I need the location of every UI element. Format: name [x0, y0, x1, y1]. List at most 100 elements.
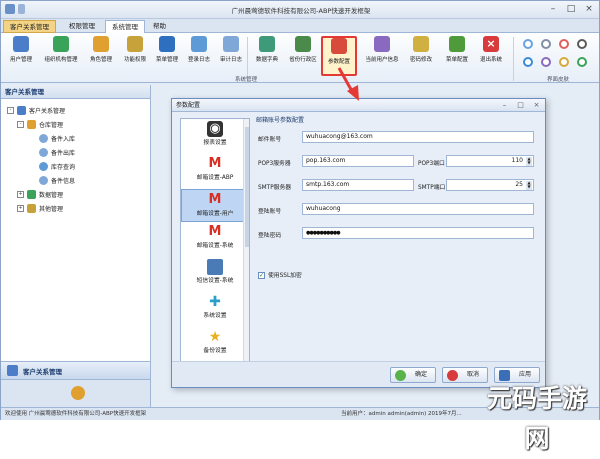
menu-management-button[interactable]: 菜单管理	[149, 36, 185, 76]
ssl-checkbox[interactable]: ✓ 使用SSL加密	[258, 270, 302, 279]
folder-icon	[17, 105, 26, 115]
tree-node-stock-out[interactable]: 备件出库	[1, 145, 150, 159]
smtp-row: SMTP服务器 smtp.163.com SMTP端口 25 ▲ ▼	[256, 179, 541, 193]
stepper-arrows-icon[interactable]: ▲ ▼	[526, 157, 532, 166]
title-bar: 广州晨莺德软件科技有限公司-ABP快速开发框架 – □ ×	[1, 1, 599, 19]
list-item-email-system[interactable]: M 邮箱设置-系统	[181, 224, 249, 257]
change-password-button[interactable]: 密码修改	[403, 36, 439, 76]
parameter-config-button[interactable]: 参数配置	[321, 36, 357, 76]
audit-icon	[223, 36, 239, 52]
skin-option[interactable]	[541, 39, 551, 49]
smtp-server-field[interactable]: smtp.163.com	[302, 179, 414, 191]
skin-option[interactable]	[577, 39, 587, 49]
tree-node-other[interactable]: + 其他管理	[1, 201, 150, 215]
ok-button[interactable]: 确定	[390, 367, 436, 383]
dictionary-icon	[259, 36, 275, 52]
password-field[interactable]: ●●●●●●●●●●	[302, 227, 534, 239]
expand-icon[interactable]: +	[17, 204, 24, 212]
info-icon	[39, 175, 48, 185]
check-circle-icon	[395, 370, 406, 381]
region-button[interactable]: 省份行政区	[283, 36, 323, 76]
list-item-backup[interactable]: ★ 备份设置	[181, 329, 249, 362]
maximize-icon[interactable]: □	[516, 101, 525, 110]
user-management-button[interactable]: 用户管理	[3, 36, 39, 76]
status-left: 欢迎使用 广州晨莺德软件科技有限公司-ABP快速开发框架	[5, 411, 147, 417]
ribbon-separator	[513, 37, 514, 81]
app-window: 广州晨莺德软件科技有限公司-ABP快速开发框架 – □ × 客户关系管理 权限管…	[0, 0, 600, 453]
exit-system-button[interactable]: × 退出系统	[473, 36, 509, 76]
list-item-sms[interactable]: 短信设置-系统	[181, 259, 249, 292]
dialog-controls: – □ ×	[500, 101, 541, 110]
gmail-icon: M	[208, 192, 222, 207]
tab-system[interactable]: 系统管理	[105, 20, 145, 33]
data-dictionary-button[interactable]: 数据字典	[249, 36, 285, 76]
pop3-server-field[interactable]: pop.163.com	[302, 155, 414, 167]
skin-option[interactable]	[559, 39, 569, 49]
settings-list: ◉ 报表设置 M 邮箱设置-ABP M 邮箱设置-用户 M 邮箱设置-系统 短信设置-系…	[180, 118, 250, 368]
key-icon	[127, 36, 143, 52]
audit-log-button[interactable]: 审计日志	[213, 36, 249, 76]
tools-icon	[331, 38, 347, 54]
group-small-icon[interactable]	[71, 386, 85, 400]
close-icon[interactable]: ×	[583, 4, 595, 15]
skin-option[interactable]	[523, 39, 533, 49]
ribbon: 用户管理 组织机构管理 角色管理 功能权限 菜单管理 登录日志 审计日志 数据字…	[1, 33, 599, 83]
collapse-icon[interactable]: -	[17, 120, 24, 128]
user-info-icon	[374, 36, 390, 52]
login-account-field[interactable]: wuhuacong	[302, 203, 534, 215]
menu-config-button[interactable]: 菜单配置	[439, 36, 475, 76]
scrollbar-thumb[interactable]	[245, 127, 249, 247]
dropdown-icon[interactable]	[18, 4, 25, 14]
query-icon	[39, 161, 48, 171]
skin-option[interactable]	[523, 57, 533, 67]
tree-node-stock-in[interactable]: 备件入库	[1, 131, 150, 145]
close-icon[interactable]: ×	[532, 101, 541, 110]
log-icon	[191, 36, 207, 52]
smtp-port-stepper[interactable]: 25 ▲ ▼	[446, 179, 534, 191]
stepper-arrows-icon[interactable]: ▲ ▼	[526, 181, 532, 190]
minimize-icon[interactable]: –	[500, 101, 509, 110]
list-item-system[interactable]: ✚ 系统设置	[181, 294, 249, 327]
list-item-report[interactable]: ◉ 报表设置	[181, 121, 249, 154]
exit-icon: ×	[483, 36, 499, 52]
list-item-email-user[interactable]: M 邮箱设置-用户	[181, 189, 249, 222]
pop3-port-stepper[interactable]: 110 ▲ ▼	[446, 155, 534, 167]
login-log-button[interactable]: 登录日志	[181, 36, 217, 76]
sidebar: 客户关系管理 - 客户关系管理 - 仓库管理 备件入库 备件出库 库存查询 备件信息…	[1, 85, 151, 407]
tree-node-crm[interactable]: - 客户关系管理	[1, 103, 150, 117]
skin-option[interactable]	[577, 57, 587, 67]
skin-option[interactable]	[541, 57, 551, 67]
function-permission-button[interactable]: 功能权限	[117, 36, 153, 76]
collapse-icon[interactable]: -	[7, 106, 14, 114]
quick-access-toolbar	[5, 4, 25, 14]
other-icon	[27, 203, 36, 213]
pop3-row: POP3服务器 pop.163.com POP3端口 110 ▲ ▼	[256, 155, 541, 169]
smtp-port-label: SMTP端口	[418, 185, 446, 191]
tree-node-parts-info[interactable]: 备件信息	[1, 173, 150, 187]
email-settings-form: 邮箱账号参数配置 邮件账号 wuhuacong@163.com POP3服务器 …	[256, 113, 541, 339]
list-item-email-abp[interactable]: M 邮箱设置-ABP	[181, 156, 249, 189]
tree-node-warehouse[interactable]: - 仓库管理	[1, 117, 150, 131]
map-icon	[295, 36, 311, 52]
tab-crm[interactable]: 客户关系管理	[3, 20, 56, 33]
cancel-circle-icon	[447, 370, 458, 381]
current-user-button[interactable]: 当前用户信息	[361, 36, 403, 76]
expand-icon[interactable]: +	[17, 190, 24, 198]
tree-node-data[interactable]: + 数据管理	[1, 187, 150, 201]
maximize-icon[interactable]: □	[565, 4, 577, 15]
role-management-button[interactable]: 角色管理	[83, 36, 119, 76]
tab-permissions[interactable]: 权限管理	[63, 20, 101, 33]
sidebar-group-button[interactable]: 客户关系管理	[1, 362, 150, 380]
tree-node-inventory-query[interactable]: 库存查询	[1, 159, 150, 173]
window-controls: – □ ×	[547, 4, 595, 15]
group-icon	[7, 365, 18, 376]
sidebar-bottom: 客户关系管理	[1, 361, 150, 407]
org-management-button[interactable]: 组织机构管理	[39, 36, 83, 76]
list-scrollbar[interactable]	[243, 119, 249, 367]
email-field[interactable]: wuhuacong@163.com	[302, 131, 534, 143]
email-row: 邮件账号 wuhuacong@163.com	[256, 131, 541, 145]
minimize-icon[interactable]: –	[547, 4, 559, 15]
tab-help[interactable]: 帮助	[147, 20, 172, 33]
app-menu-icon[interactable]	[5, 4, 15, 14]
skin-option[interactable]	[559, 57, 569, 67]
